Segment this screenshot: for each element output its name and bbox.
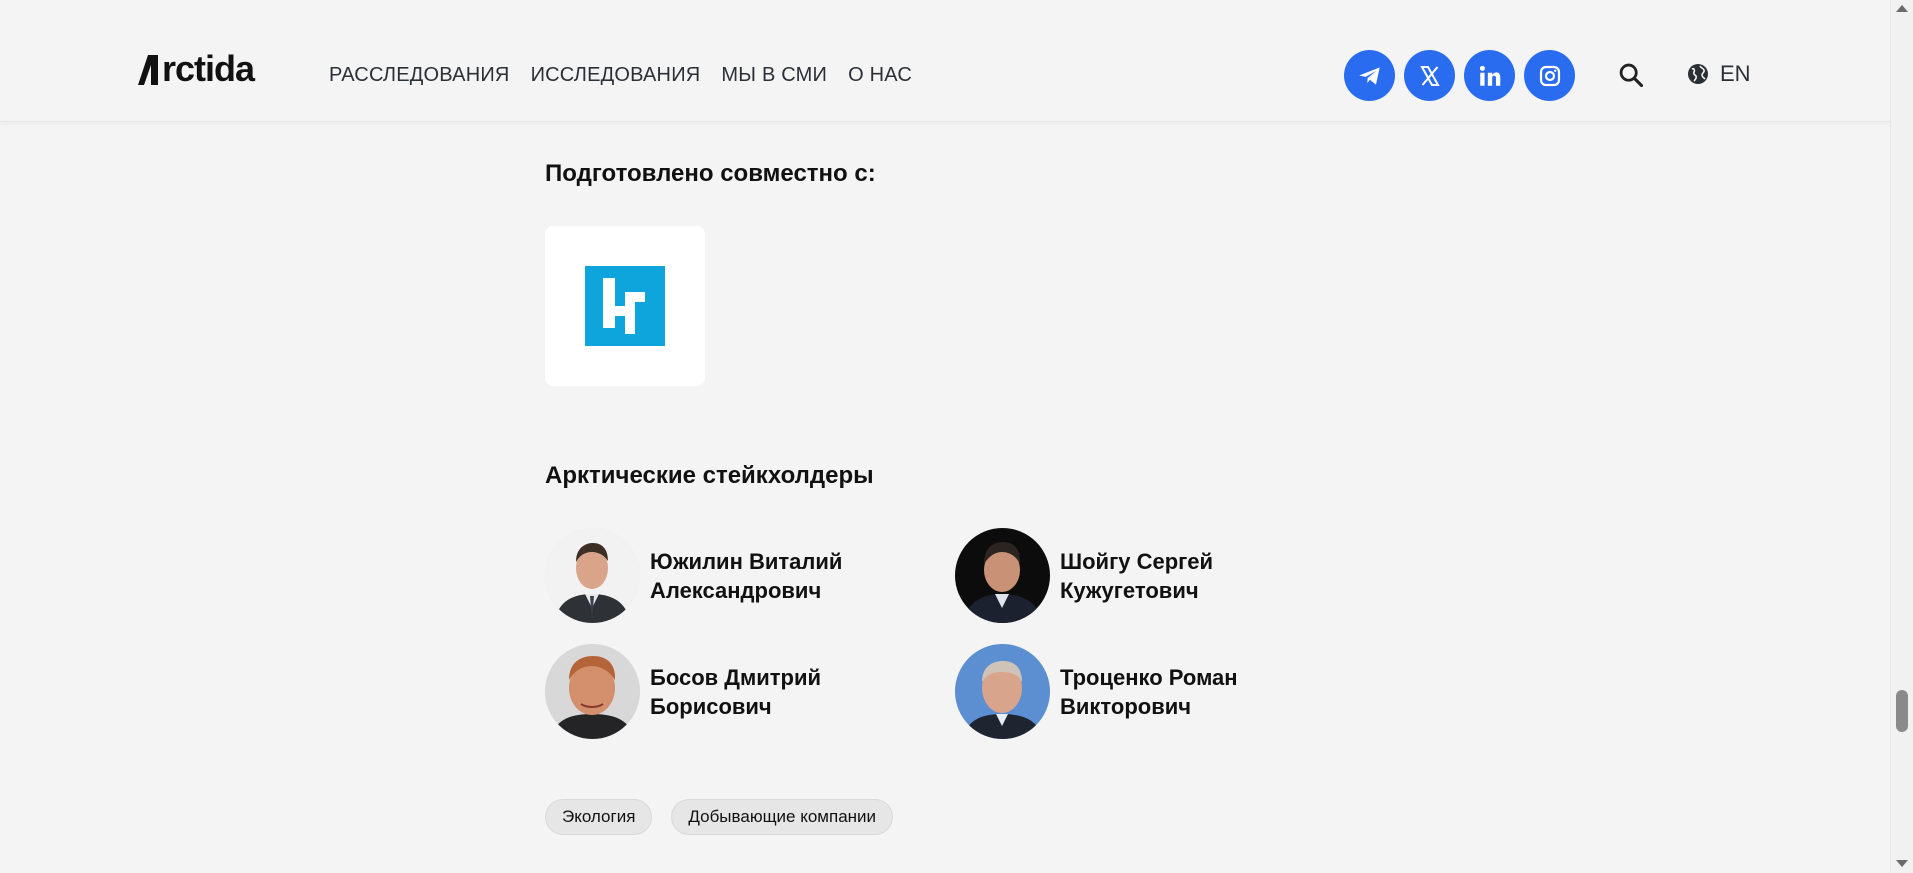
stakeholder-name: Троценко Роман Викторович bbox=[1060, 663, 1238, 721]
site-header: rctida РАССЛЕДОВАНИЯ ИССЛЕДОВАНИЯ МЫ В С… bbox=[0, 0, 1890, 122]
stakeholder-name-line: Шойгу Сергей bbox=[1060, 548, 1214, 574]
stakeholder-name-line: Александрович bbox=[650, 577, 822, 603]
avatar bbox=[545, 528, 640, 623]
stakeholders-title: Арктические стейкхолдеры bbox=[545, 462, 874, 489]
scrollbar-thumb[interactable] bbox=[1896, 690, 1908, 732]
scroll-down-arrow-icon[interactable] bbox=[1896, 860, 1908, 867]
stakeholder-card[interactable]: Шойгу Сергей Кужугетович bbox=[955, 528, 1335, 623]
stakeholder-name-line: Кужугетович bbox=[1060, 577, 1199, 603]
arctida-logo[interactable]: rctida bbox=[136, 48, 255, 89]
avatar bbox=[955, 644, 1050, 739]
stakeholder-card[interactable]: Южилин Виталий Александрович bbox=[545, 528, 925, 623]
social-links bbox=[1344, 50, 1575, 101]
partner-logo-card[interactable] bbox=[545, 226, 705, 386]
page-scrollbar[interactable] bbox=[1890, 0, 1913, 873]
stakeholder-name-line: Борисович bbox=[650, 693, 772, 719]
avatar bbox=[955, 528, 1050, 623]
instagram-button[interactable] bbox=[1524, 50, 1575, 101]
logo-text: rctida bbox=[162, 48, 255, 89]
stakeholder-name-line: Босов Дмитрий bbox=[650, 664, 822, 690]
telegram-icon bbox=[1358, 66, 1380, 85]
avatar bbox=[545, 644, 640, 739]
partner-logo-icon bbox=[585, 266, 665, 346]
globe-icon bbox=[1688, 64, 1708, 84]
linkedin-button[interactable] bbox=[1464, 50, 1515, 101]
stakeholder-name: Южилин Виталий Александрович bbox=[650, 547, 842, 605]
stakeholder-name-line: Южилин Виталий bbox=[650, 548, 843, 574]
page: rctida РАССЛЕДОВАНИЯ ИССЛЕДОВАНИЯ МЫ В С… bbox=[0, 0, 1913, 873]
tag-mining-companies[interactable]: Добывающие компании bbox=[671, 799, 894, 835]
stakeholder-name-line: Викторович bbox=[1060, 693, 1192, 719]
x-icon bbox=[1419, 65, 1440, 86]
stakeholder-card[interactable]: Троценко Роман Викторович bbox=[955, 644, 1335, 739]
search-icon bbox=[1619, 63, 1644, 88]
instagram-icon bbox=[1539, 65, 1560, 86]
telegram-button[interactable] bbox=[1344, 50, 1395, 101]
scroll-up-arrow-icon[interactable] bbox=[1896, 5, 1908, 12]
logo-a-mark-icon bbox=[138, 55, 158, 85]
nav-item-media[interactable]: МЫ В СМИ bbox=[721, 64, 827, 87]
stakeholder-name: Шойгу Сергей Кужугетович bbox=[1060, 547, 1213, 605]
tag-list: Экология Добывающие компании bbox=[545, 799, 894, 835]
main-nav: РАССЛЕДОВАНИЯ ИССЛЕДОВАНИЯ МЫ В СМИ О НА… bbox=[329, 64, 912, 87]
language-switch[interactable]: EN bbox=[1686, 61, 1751, 87]
stakeholder-name-line: Троценко Роман bbox=[1060, 664, 1238, 690]
stakeholder-name: Босов Дмитрий Борисович bbox=[650, 663, 821, 721]
language-label: EN bbox=[1720, 61, 1751, 86]
stakeholder-card[interactable]: Босов Дмитрий Борисович bbox=[545, 644, 925, 739]
nav-item-investigations[interactable]: РАССЛЕДОВАНИЯ bbox=[329, 64, 510, 87]
x-button[interactable] bbox=[1404, 50, 1455, 101]
nav-item-about[interactable]: О НАС bbox=[848, 64, 912, 87]
tag-ecology[interactable]: Экология bbox=[545, 799, 653, 835]
partners-title: Подготовлено совместно с: bbox=[545, 160, 876, 187]
search-button[interactable] bbox=[1616, 60, 1646, 90]
nav-item-research[interactable]: ИССЛЕДОВАНИЯ bbox=[531, 64, 701, 87]
linkedin-icon bbox=[1479, 65, 1500, 86]
